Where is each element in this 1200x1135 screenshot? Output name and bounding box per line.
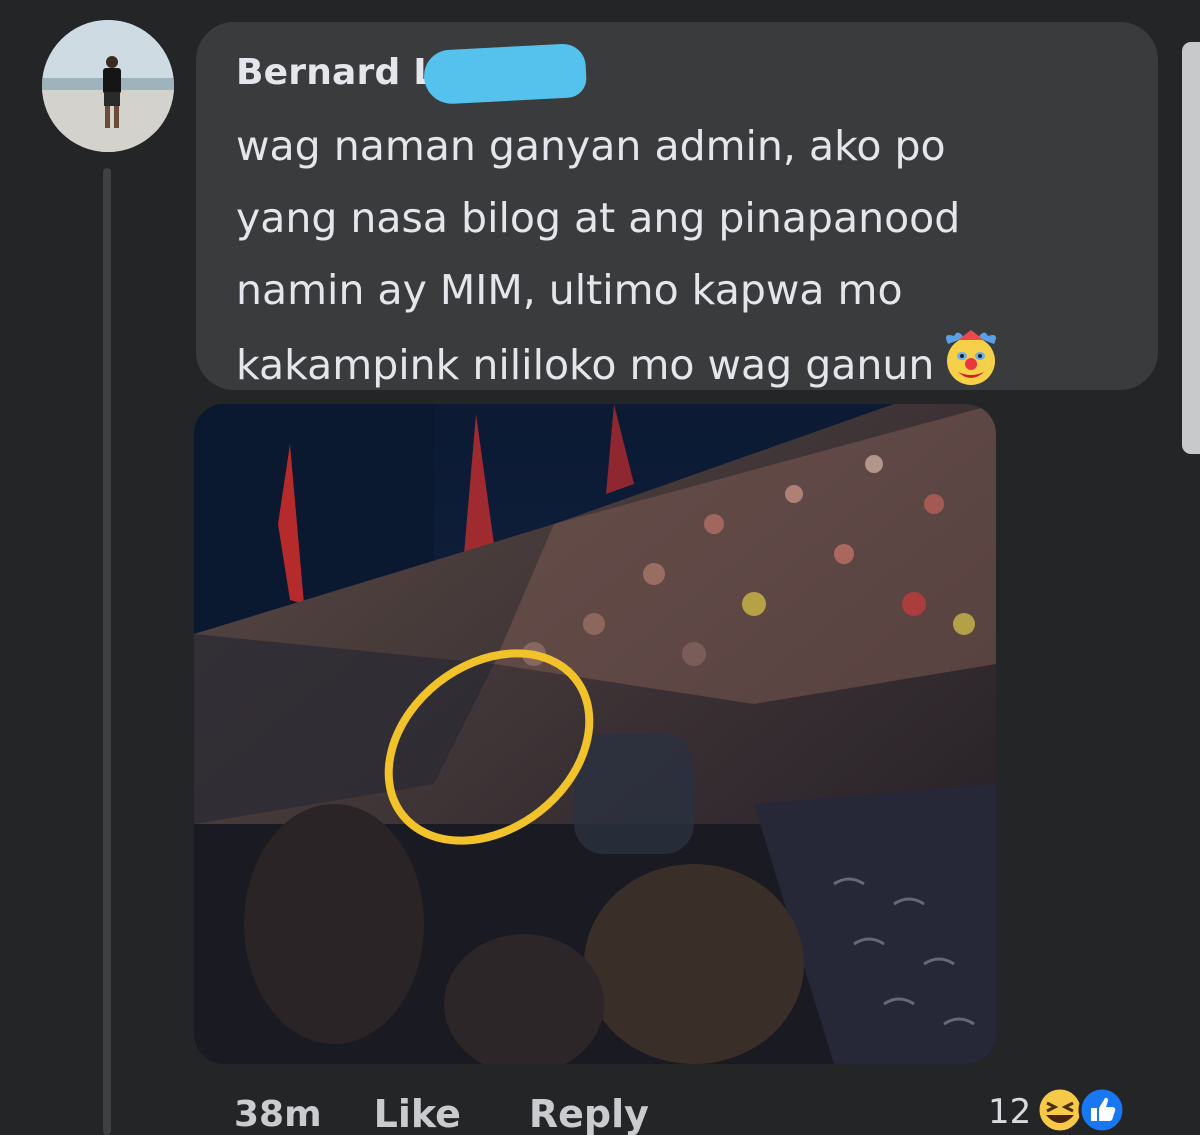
reply-button[interactable]: Reply: [529, 1092, 649, 1135]
reaction-count: 12: [988, 1092, 1032, 1132]
timestamp[interactable]: 38m: [234, 1094, 322, 1135]
avatar-photo: [42, 20, 174, 152]
scrollbar[interactable]: [1182, 42, 1200, 454]
like-button[interactable]: Like: [374, 1092, 461, 1135]
comment-bubble: Bernard La wag naman ganyan admin, ako p…: [196, 22, 1158, 390]
comment-screenshot: Bernard La wag naman ganyan admin, ako p…: [0, 0, 1200, 1135]
like-icon: [1077, 1085, 1127, 1135]
clown-face-icon: [940, 326, 1002, 410]
redaction-scribble: [422, 42, 588, 106]
attached-photo[interactable]: [194, 404, 996, 1064]
cinema-audience-photo: [194, 404, 996, 1064]
thread-line: [103, 168, 111, 1135]
comment-actions: 38m Like Reply: [234, 1088, 717, 1135]
comment-text: wag naman ganyan admin, ako po yang nasa…: [236, 110, 1116, 410]
avatar[interactable]: [42, 20, 174, 152]
comment-body: wag naman ganyan admin, ako po yang nasa…: [236, 122, 961, 389]
reaction-summary[interactable]: 12: [988, 1084, 1127, 1135]
